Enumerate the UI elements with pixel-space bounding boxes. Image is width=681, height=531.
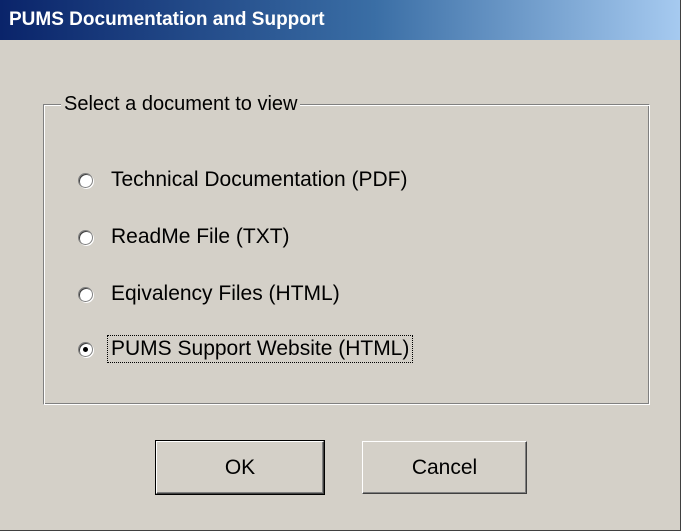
- radio-button-icon[interactable]: [78, 172, 93, 188]
- radio-selected-dot-icon: [83, 346, 88, 352]
- cancel-button[interactable]: Cancel: [362, 441, 527, 494]
- radio-button-selected-icon[interactable]: [78, 341, 93, 357]
- radio-button-icon[interactable]: [78, 286, 93, 302]
- option-readme-file[interactable]: ReadMe File (TXT): [78, 222, 293, 252]
- option-label[interactable]: Technical Documentation (PDF): [108, 167, 410, 193]
- window-title: PUMS Documentation and Support: [9, 9, 325, 30]
- ok-button[interactable]: OK: [155, 440, 325, 495]
- option-label[interactable]: ReadMe File (TXT): [108, 224, 293, 250]
- option-equivalency-files[interactable]: Eqivalency Files (HTML): [78, 279, 343, 309]
- groupbox-label: Select a document to view: [61, 92, 301, 116]
- option-label[interactable]: Eqivalency Files (HTML): [108, 281, 343, 307]
- option-technical-documentation[interactable]: Technical Documentation (PDF): [78, 165, 410, 195]
- radio-button-icon[interactable]: [78, 229, 93, 245]
- option-pums-support-website[interactable]: PUMS Support Website (HTML): [78, 334, 414, 364]
- title-bar[interactable]: PUMS Documentation and Support: [0, 0, 680, 40]
- dialog-window: PUMS Documentation and Support Select a …: [0, 0, 681, 531]
- option-label[interactable]: PUMS Support Website (HTML): [106, 335, 414, 363]
